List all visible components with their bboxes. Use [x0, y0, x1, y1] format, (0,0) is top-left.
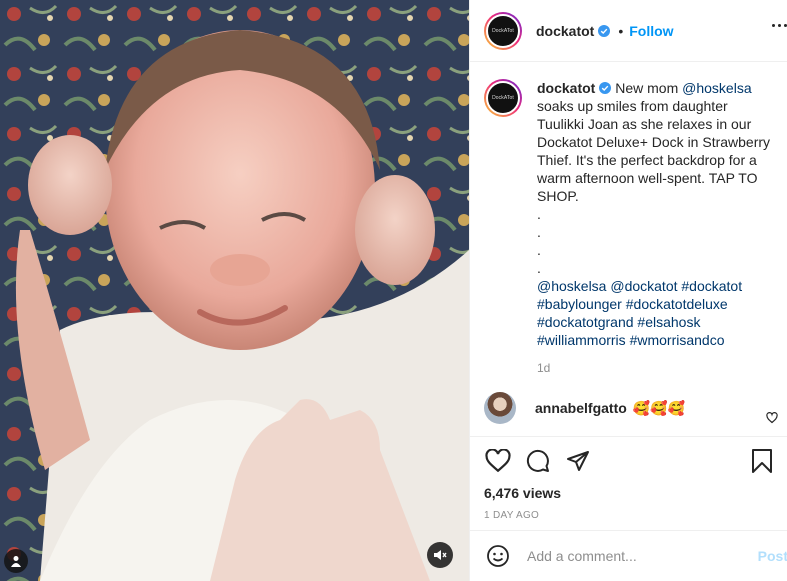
mention-link[interactable]: @hoskelsa: [682, 80, 751, 96]
post-timestamp[interactable]: 1 DAY AGO: [484, 510, 774, 521]
mention-link[interactable]: @hoskelsa: [537, 278, 606, 294]
post-sidebar: DockATot dockatot • Follow DockATot dock…: [469, 0, 787, 581]
hashtag-link[interactable]: #dockatotgrand: [537, 314, 634, 330]
comment-like-icon[interactable]: [766, 412, 778, 424]
caption-username[interactable]: dockatot: [537, 80, 595, 96]
hashtags: @hoskelsa @dockatot #dockatot #babyloung…: [537, 277, 774, 349]
commenter-avatar[interactable]: [484, 392, 516, 424]
caption-dot: .: [537, 206, 541, 222]
add-comment-bar: Post: [470, 530, 787, 581]
instagram-post: DockATot dockatot • Follow DockATot dock…: [0, 0, 787, 581]
hashtag-link[interactable]: #dockatotdeluxe: [626, 296, 728, 312]
caption-avatar[interactable]: DockATot: [484, 79, 522, 117]
more-options-icon[interactable]: [770, 16, 787, 34]
comment-icon: [526, 449, 549, 472]
caption-body: soaks up smiles from daughter Tuulikki J…: [537, 98, 771, 204]
hashtag-link[interactable]: #elsahosk: [637, 314, 700, 330]
caption-body: New mom: [615, 80, 683, 96]
commenter-username[interactable]: annabelfgatto: [535, 400, 627, 416]
action-icons: [484, 447, 774, 475]
post-header: DockATot dockatot • Follow: [470, 0, 787, 62]
avatar-logo-text: DockATot: [492, 27, 514, 34]
verified-badge-icon: [599, 82, 612, 94]
hashtag-link[interactable]: #wmorrisandco: [630, 332, 725, 348]
save-button[interactable]: [748, 447, 776, 475]
action-bar: 6,476 views 1 DAY AGO: [470, 436, 787, 530]
muted-speaker-icon: [434, 550, 447, 560]
caption-dot: .: [537, 242, 541, 258]
caption-text: dockatot New mom @hoskelsa soaks up smil…: [537, 79, 774, 377]
comments-area[interactable]: DockATot dockatot New mom @hoskelsa soak…: [470, 63, 787, 435]
comment-text: 🥰🥰🥰: [632, 399, 686, 416]
mention-link[interactable]: @dockatot: [610, 278, 677, 294]
heart-icon: [485, 449, 511, 473]
author-avatar[interactable]: DockATot: [484, 11, 522, 50]
avatar-logo-text: DockATot: [492, 95, 514, 101]
caption-dot: .: [537, 224, 541, 240]
caption: DockATot dockatot New mom @hoskelsa soak…: [484, 79, 774, 377]
emoji-icon: [487, 545, 509, 567]
video-frame: [0, 0, 469, 581]
verified-badge-icon: [598, 24, 611, 37]
post-comment-button[interactable]: Post: [758, 548, 787, 564]
view-count[interactable]: 6,476 views: [484, 485, 774, 501]
hashtag-link[interactable]: #williammorris: [537, 332, 626, 348]
share-button[interactable]: [564, 447, 592, 475]
comment-input[interactable]: [527, 548, 737, 564]
comment-button[interactable]: [524, 447, 552, 475]
post-video[interactable]: [0, 0, 469, 581]
author-username[interactable]: dockatot: [536, 23, 594, 39]
follow-button[interactable]: Follow: [629, 23, 673, 39]
mute-button[interactable]: [427, 542, 453, 568]
comment-row: annabelfgatto 🥰🥰🥰: [484, 392, 774, 424]
tag-button[interactable]: [4, 549, 28, 573]
share-icon: [567, 451, 589, 471]
separator-dot: •: [618, 22, 624, 39]
user-tag-icon: [11, 556, 21, 567]
hashtag-link[interactable]: #babylounger: [537, 296, 622, 312]
caption-age[interactable]: 1d: [537, 359, 774, 377]
caption-dot: .: [537, 260, 541, 276]
bookmark-icon: [752, 449, 772, 473]
hashtag-link[interactable]: #dockatot: [681, 278, 742, 294]
emoji-button[interactable]: [484, 542, 512, 570]
like-button[interactable]: [484, 447, 512, 475]
